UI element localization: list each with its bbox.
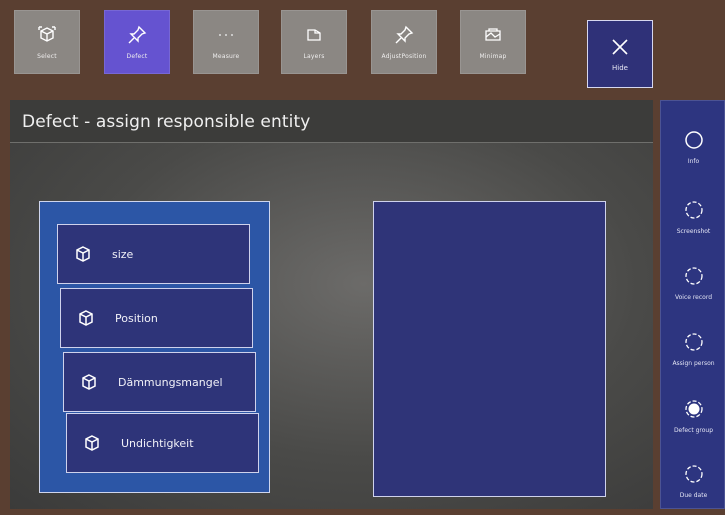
list-item-label: Dämmungsmangel [118, 375, 223, 389]
dashed-circle-icon [684, 465, 703, 483]
list-item-daemmungsmangel[interactable]: Dämmungsmangel [63, 352, 256, 412]
cube-icon [79, 310, 93, 326]
adjustposition-button[interactable]: AdjustPosition [371, 10, 437, 74]
list-item-position[interactable]: Position [60, 288, 253, 348]
list-item-label: Undichtigkeit [121, 436, 194, 450]
layers-icon [307, 28, 321, 41]
detail-panel [373, 201, 606, 497]
filled-dashed-circle-icon [684, 400, 703, 418]
select-button[interactable]: Select [14, 10, 80, 74]
list-item-undichtigkeit[interactable]: Undichtigkeit [66, 413, 259, 473]
dots-icon [219, 33, 233, 36]
cube-icon [85, 435, 99, 451]
defect-label: Defect [126, 52, 148, 60]
defect-group-label: Defect group [673, 427, 714, 434]
dashed-circle-icon [684, 201, 703, 219]
defect-group-button[interactable]: Defect group [661, 386, 725, 446]
cube-icon [82, 374, 96, 390]
due-date-label: Due date [679, 492, 708, 499]
assign-person-button[interactable]: Assign person [661, 319, 725, 379]
pin-icon [128, 25, 147, 43]
info-button[interactable]: Info [661, 117, 725, 177]
map-icon [485, 27, 501, 41]
defect-button[interactable]: Defect [104, 10, 170, 74]
list-item-label: Position [115, 311, 158, 325]
voice-record-label: Voice record [674, 294, 713, 301]
hide-button[interactable]: Hide [587, 20, 653, 88]
layers-button[interactable]: Layers [281, 10, 347, 74]
measure-label: Measure [212, 52, 240, 60]
page-title: Defect - assign responsible entity [22, 112, 311, 132]
main-panel: Defect - assign responsible entity size … [10, 100, 653, 509]
circle-icon [684, 131, 703, 149]
assign-person-label: Assign person [672, 360, 715, 367]
close-icon [612, 39, 628, 55]
side-menu: Info Screenshot Voice record Assign pers… [660, 100, 725, 509]
hide-label: Hide [612, 64, 628, 72]
minimap-button[interactable]: Minimap [460, 10, 526, 74]
screenshot-button[interactable]: Screenshot [661, 187, 725, 247]
adjustposition-label: AdjustPosition [381, 52, 427, 60]
select-label: Select [37, 52, 57, 60]
list-item-size[interactable]: size [57, 224, 250, 284]
info-label: Info [687, 158, 700, 165]
entity-list: size Position Dämmungsmangel Undichtigke… [39, 201, 270, 493]
select-cube-icon [38, 25, 56, 42]
measure-button[interactable]: Measure [193, 10, 259, 74]
layers-label: Layers [303, 52, 325, 60]
minimap-label: Minimap [479, 52, 507, 60]
dashed-circle-icon [684, 267, 703, 285]
due-date-button[interactable]: Due date [661, 451, 725, 511]
voice-record-button[interactable]: Voice record [661, 253, 725, 313]
screenshot-label: Screenshot [676, 228, 711, 235]
pin-icon [395, 25, 414, 43]
panel-header: Defect - assign responsible entity [10, 100, 653, 143]
list-item-label: size [112, 247, 134, 261]
cube-icon [76, 246, 90, 262]
dashed-circle-icon [684, 333, 703, 351]
